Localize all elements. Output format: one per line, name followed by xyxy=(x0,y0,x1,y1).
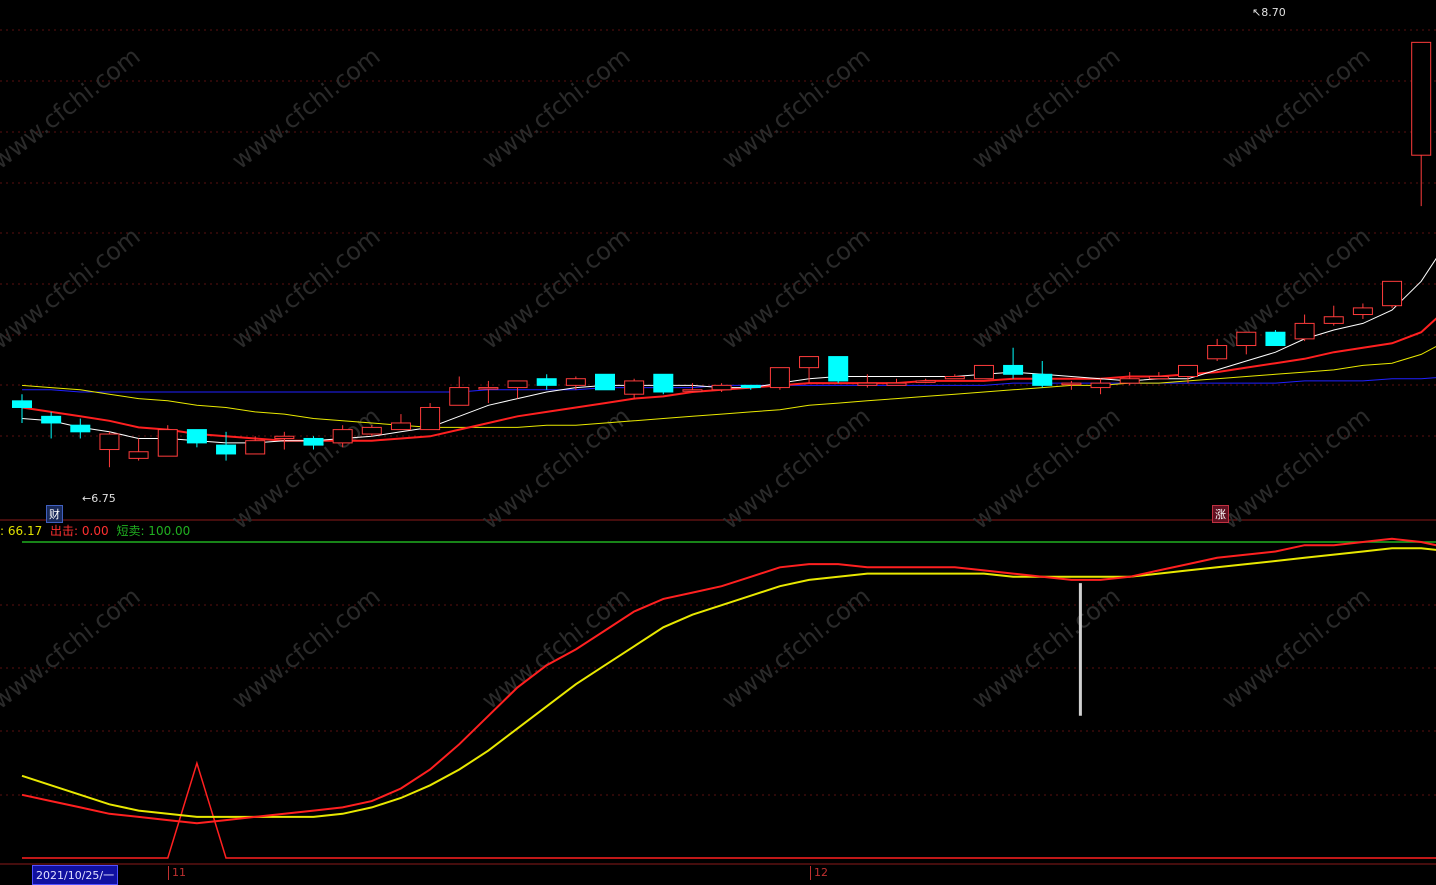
watermark-text: www.cfchi.com xyxy=(476,222,635,355)
watermark-text: www.cfchi.com xyxy=(966,402,1125,535)
candle-body-up xyxy=(624,380,645,395)
candle-body-down xyxy=(1265,331,1286,347)
watermark-text: www.cfchi.com xyxy=(1216,42,1375,175)
indicator-legend: : 66.17 出击: 0.00 短卖: 100.00 xyxy=(0,522,194,539)
candle-body-up xyxy=(420,406,441,431)
watermark-text: www.cfchi.com xyxy=(716,42,875,175)
candle-body-up xyxy=(157,429,178,457)
candle-body-down xyxy=(1032,373,1053,386)
candle-body-up xyxy=(1090,382,1111,389)
low-value: 6.75 xyxy=(91,492,116,505)
limit-up-badge[interactable]: 涨 xyxy=(1212,505,1229,523)
watermark-text: www.cfchi.com xyxy=(476,582,635,715)
legend-value-short-sell: 短卖: 100.00 xyxy=(116,524,191,538)
watermark-text: www.cfchi.com xyxy=(716,402,875,535)
candle-body-down xyxy=(216,444,237,455)
candle-body-up xyxy=(1411,41,1432,156)
candle-body-down xyxy=(653,373,674,393)
candle-body-up xyxy=(1061,382,1082,386)
arrow-icon: ← xyxy=(82,492,92,505)
cursor-date: 2021/10/25/一 xyxy=(32,865,119,885)
candle-body-up xyxy=(1382,280,1403,307)
candle-body-up xyxy=(886,382,907,386)
legend-value-attack: 出击: 0.00 xyxy=(50,524,109,538)
watermark-text: www.cfchi.com xyxy=(226,42,385,175)
candle-body-down xyxy=(595,373,615,391)
candle-body-down xyxy=(41,415,62,424)
candle-body-up xyxy=(449,387,470,406)
watermark-text: www.cfchi.com xyxy=(0,582,145,715)
candle-body-down xyxy=(303,437,324,446)
watermark-text: www.cfchi.com xyxy=(966,582,1125,715)
candle-body-up xyxy=(332,429,353,444)
candle-body-up xyxy=(769,367,790,389)
candle-body-up xyxy=(711,384,732,391)
candle-body-up xyxy=(565,378,586,386)
legend-value-main: : 66.17 xyxy=(0,524,43,538)
candle-body-up xyxy=(507,380,528,389)
chart-canvas: www.cfchi.com www.cfchi.com www.cfchi.com w… xyxy=(0,29,1436,865)
watermark-text: www.cfchi.com xyxy=(476,42,635,175)
candle-body-up xyxy=(1148,376,1169,380)
candle-body-up xyxy=(478,387,499,390)
ma5-line xyxy=(21,257,1436,444)
candle-body-down xyxy=(12,400,32,408)
candle-body-up xyxy=(245,440,266,455)
watermark-text: www.cfchi.com xyxy=(716,222,875,355)
candle-body-up xyxy=(128,451,149,459)
watermark-text: www.cfchi.com xyxy=(476,402,635,535)
candle-body-up xyxy=(1294,322,1315,340)
candle-body-up xyxy=(1119,378,1140,384)
candle-body-down xyxy=(1003,364,1024,375)
high-value: 8.70 xyxy=(1261,6,1286,19)
candle-body-up xyxy=(857,382,878,386)
watermark-text: www.cfchi.com xyxy=(1216,582,1375,715)
attack-signal-line xyxy=(22,760,1436,859)
candle-body-down xyxy=(740,384,761,389)
watermark-text: www.cfchi.com xyxy=(716,582,875,715)
watermark-text: www.cfchi.com xyxy=(966,42,1125,175)
candle-body-up xyxy=(1352,307,1373,316)
candle-body-up xyxy=(915,380,936,383)
candle-body-down xyxy=(536,378,557,386)
watermark-text: www.cfchi.com xyxy=(0,42,145,175)
candle-body-up xyxy=(1207,345,1228,360)
candle-body-up xyxy=(973,364,994,380)
indicator-red-line xyxy=(21,537,1436,825)
price-low-label: ←6.75 xyxy=(82,492,116,505)
candle-body-up xyxy=(99,433,120,451)
candle-body-down xyxy=(186,429,207,444)
candle-body-up xyxy=(682,389,703,392)
price-high-label: ↖8.70 xyxy=(1252,6,1286,19)
candle-body-up xyxy=(944,376,965,380)
candle-body-down xyxy=(70,424,91,433)
month-tick-11: 11 xyxy=(168,866,186,880)
month-tick-12: 12 xyxy=(810,866,828,880)
watermark-text: www.cfchi.com xyxy=(1216,402,1375,535)
candle-body-up xyxy=(1178,364,1198,377)
candle-body-down xyxy=(828,356,849,382)
arrow-icon: ↖ xyxy=(1252,6,1262,19)
candle-body-up xyxy=(361,426,382,435)
candle-body-up xyxy=(1323,316,1344,324)
candle-body-up xyxy=(390,422,411,431)
candle-body-up xyxy=(274,435,295,439)
watermark-text: www.cfchi.com xyxy=(226,582,385,715)
candle-body-up xyxy=(1236,331,1257,347)
finance-badge[interactable]: 财 xyxy=(46,505,63,523)
candle-body-up xyxy=(799,356,820,369)
